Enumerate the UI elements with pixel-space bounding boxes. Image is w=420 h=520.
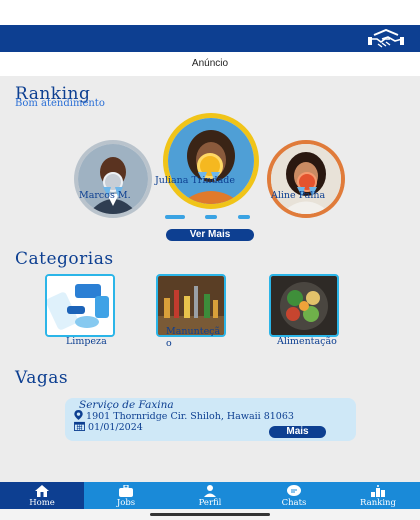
jobs-title: Vagas [15,368,69,388]
carousel-dot-active[interactable] [165,215,185,219]
category-label-alimentacao: Alimentação [277,336,337,347]
job-card[interactable]: Serviço de Faxina 1901 Thornridge Cir. S… [65,398,356,441]
ranking-subtitle: Bom atendimento [15,98,105,109]
category-label-limpeza: Limpeza [66,336,107,347]
food-bowl-icon [271,276,337,335]
category-label-manutencao: Manunteçã o [166,326,221,349]
gesture-bar [0,509,420,520]
carousel-dot[interactable] [205,215,217,219]
nav-home-label: Home [29,498,55,508]
category-card-alimentacao[interactable] [269,274,339,337]
handshake-logo-icon [368,29,404,48]
nav-jobs[interactable]: Jobs [84,482,168,509]
carousel-dot[interactable] [238,215,250,219]
job-more-button[interactable]: Mais [269,426,326,438]
ranking-name-third: Aline Palha [271,190,326,201]
calendar-icon [74,421,85,431]
job-date-text: 01/01/2024 [88,422,143,433]
nav-chats[interactable]: Chats [252,482,336,509]
briefcase-icon [119,485,133,497]
ranking-name-first: Juliana Trindade [155,175,235,186]
ver-mais-button[interactable]: Ver Mais [166,229,254,241]
nav-ranking[interactable]: Ranking [336,482,420,509]
ranking-name-second: Marcos M. [79,190,131,201]
cleaning-supplies-icon [47,276,113,335]
ranking-icon [371,485,385,497]
nav-chats-label: Chats [281,498,307,508]
job-date: 01/01/2024 [74,421,143,433]
location-pin-icon [74,410,83,420]
ad-banner[interactable]: Anúncio [0,52,420,76]
app-header [0,25,420,52]
category-card-limpeza[interactable] [45,274,115,337]
person-icon [204,485,216,497]
home-indicator[interactable] [150,513,270,516]
home-icon [35,485,49,497]
bottom-navigation: Home Jobs Perfil Chats Ranking [0,482,420,509]
nav-ranking-label: Ranking [360,498,396,508]
categories-title: Categorias [15,249,114,269]
nav-jobs-label: Jobs [116,498,136,508]
nav-home[interactable]: Home [0,482,84,509]
chat-icon [287,485,301,496]
nav-perfil-label: Perfil [198,498,222,508]
nav-perfil[interactable]: Perfil [168,482,252,509]
status-bar [0,0,420,25]
